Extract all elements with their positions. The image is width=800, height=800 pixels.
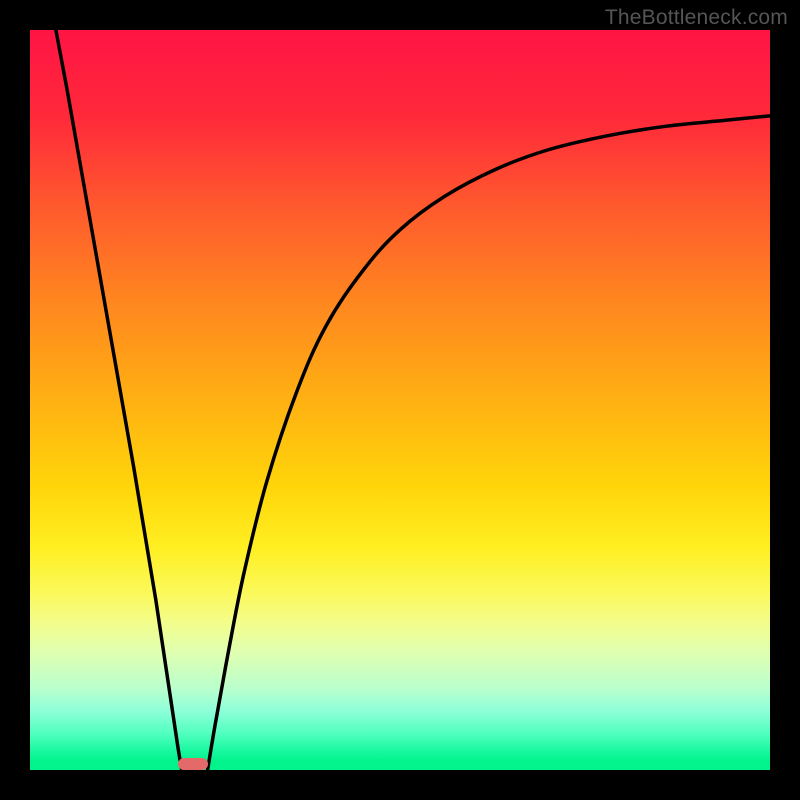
chart-frame: TheBottleneck.com bbox=[0, 0, 800, 800]
plot-area bbox=[30, 30, 770, 770]
curve-layer bbox=[30, 30, 770, 770]
valley-marker bbox=[178, 758, 208, 770]
watermark-text: TheBottleneck.com bbox=[605, 6, 788, 30]
curve-right-branch bbox=[208, 116, 770, 770]
curve-left-branch bbox=[56, 30, 182, 770]
